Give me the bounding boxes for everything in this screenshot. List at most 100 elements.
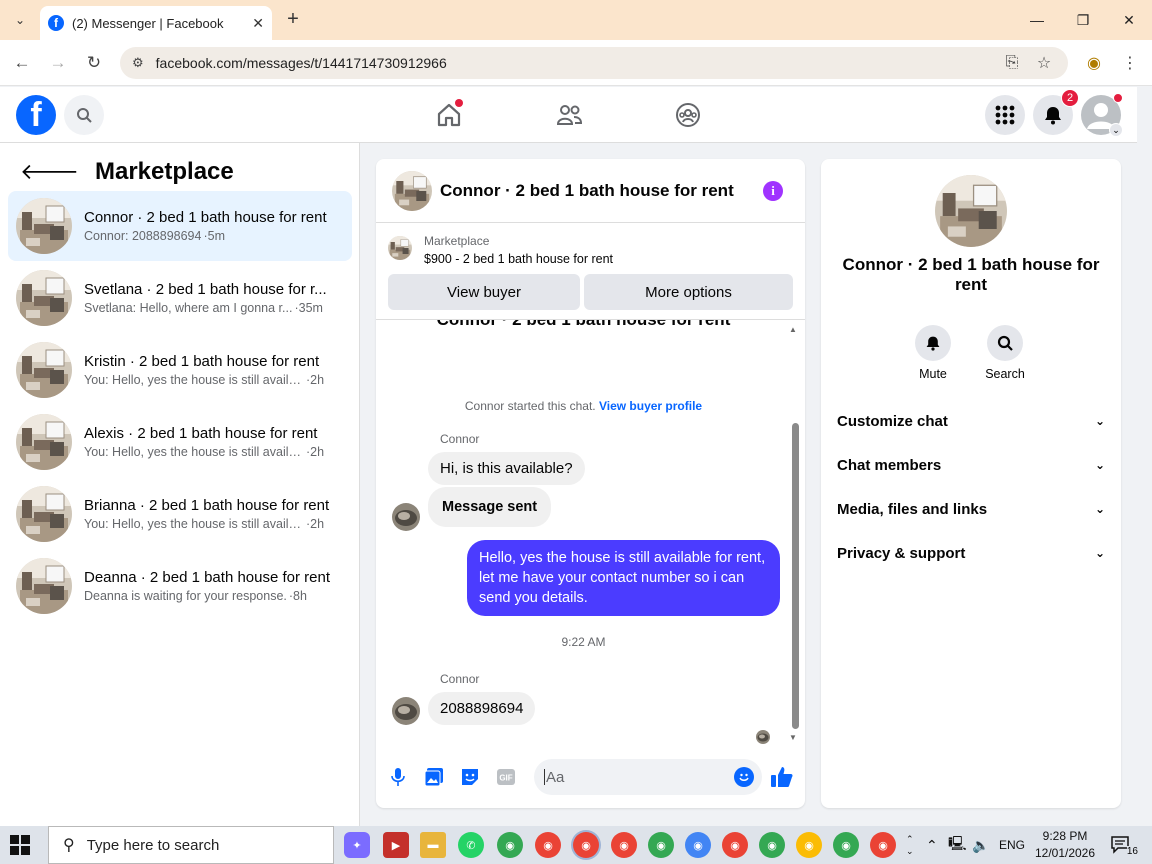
seen-indicator-avatar: [756, 730, 770, 744]
tab-search-chevron-icon[interactable]: ⌄: [8, 8, 32, 32]
conversation-item-alexis[interactable]: Alexis · 2 bed 1 bath house for rent You…: [8, 407, 352, 477]
mute-button[interactable]: Mute: [903, 325, 963, 381]
url-text: facebook.com/messages/t/1441714730912966: [155, 55, 447, 71]
copilot-icon[interactable]: ✦: [344, 832, 370, 858]
back-arrow-icon[interactable]: 🡐: [20, 159, 79, 185]
taskbar-search-box[interactable]: ⚲ Type here to search: [48, 826, 334, 864]
view-buyer-profile-link[interactable]: View buyer profile: [599, 399, 702, 413]
chrome-profile-9-icon[interactable]: ◉: [833, 832, 859, 858]
back-arrow-icon[interactable]: ←: [10, 51, 34, 75]
window-close-icon[interactable]: ✕: [1114, 8, 1144, 32]
marketplace-listing-strip: Marketplace $900 - 2 bed 1 bath house fo…: [376, 224, 805, 320]
privacy-support-row[interactable]: Privacy & support ⌄: [837, 533, 1105, 573]
message-timestamp: 9:22 AM: [561, 635, 606, 649]
friends-icon[interactable]: [553, 99, 585, 131]
chevron-down-icon: ⌄: [1094, 546, 1105, 560]
menu-grid-icon[interactable]: [985, 95, 1025, 135]
conversation-item-connor[interactable]: Connor · 2 bed 1 bath house for rent Con…: [8, 191, 352, 261]
incoming-message[interactable]: Hi, is this available?: [428, 452, 585, 485]
chrome-profile-4-icon[interactable]: ◉: [648, 832, 674, 858]
address-bar[interactable]: ⚙ facebook.com/messages/t/14417147309129…: [120, 47, 1068, 79]
forward-arrow-icon[interactable]: →: [46, 51, 70, 75]
taskbar-clock[interactable]: 9:28 PM 12/01/2026: [1030, 828, 1100, 862]
microphone-icon[interactable]: [386, 765, 410, 789]
tube-app-icon[interactable]: ▶: [383, 832, 409, 858]
sender-avatar[interactable]: [392, 503, 420, 531]
chat-avatar[interactable]: [392, 171, 432, 211]
notifications-bell-icon[interactable]: 2: [1033, 89, 1079, 135]
scroll-up-arrow-icon[interactable]: ▲: [789, 325, 797, 334]
reload-icon[interactable]: ↻: [82, 51, 106, 75]
language-indicator[interactable]: ENG: [999, 826, 1025, 864]
whatsapp-icon[interactable]: ✆: [458, 832, 484, 858]
minimize-icon[interactable]: —: [1022, 8, 1052, 32]
media-files-links-row[interactable]: Media, files and links ⌄: [837, 489, 1105, 529]
gif-icon[interactable]: GIF: [494, 765, 518, 789]
conversation-item-svetlana[interactable]: Svetlana · 2 bed 1 bath house for r... S…: [8, 263, 352, 333]
profile-icon[interactable]: ◉: [1082, 51, 1106, 75]
hidden-icons-chevron-icon[interactable]: ⌃: [926, 826, 938, 864]
conversation-item-deanna[interactable]: Deanna · 2 bed 1 bath house for rent Dea…: [8, 551, 352, 621]
message-thread: Connor · 2 bed 1 bath house for rent Con…: [376, 320, 805, 744]
emoji-icon[interactable]: [734, 767, 754, 787]
account-avatar[interactable]: ⌄: [1081, 93, 1123, 137]
listing-thumbnail: [16, 486, 72, 542]
volume-icon[interactable]: 🔈: [972, 826, 989, 864]
chrome-profile-8-icon[interactable]: ◉: [796, 832, 822, 858]
listing-thumbnail[interactable]: [388, 236, 412, 260]
chrome-profile-7-icon[interactable]: ◉: [759, 832, 785, 858]
outgoing-message[interactable]: Hello, yes the house is still available …: [467, 540, 780, 616]
install-app-icon[interactable]: ⎘: [1000, 51, 1024, 75]
chrome-profile-2-icon[interactable]: ◉: [535, 832, 561, 858]
search-in-chat-button[interactable]: Search: [975, 325, 1035, 381]
scroll-down-arrow-icon[interactable]: ▼: [789, 733, 797, 742]
chat-scrollbar-thumb[interactable]: [792, 423, 799, 729]
chrome-profile-3-icon[interactable]: ◉: [611, 832, 637, 858]
windows-start-icon[interactable]: [10, 835, 30, 855]
view-buyer-button[interactable]: View buyer: [388, 274, 580, 310]
listing-title[interactable]: $900 - 2 bed 1 bath house for rent: [424, 252, 613, 266]
chrome-profile-6-icon[interactable]: ◉: [722, 832, 748, 858]
new-tab-plus-icon[interactable]: +: [282, 8, 304, 30]
chrome-active-icon[interactable]: ◉: [573, 832, 599, 858]
facebook-logo-icon[interactable]: f: [16, 95, 56, 135]
chrome-profile-1-icon[interactable]: ◉: [497, 832, 523, 858]
message-composer: GIF Aa: [376, 755, 805, 803]
tab-close-icon[interactable]: ✕: [252, 15, 264, 32]
incoming-message[interactable]: Message sent: [428, 487, 552, 527]
more-options-button[interactable]: More options: [584, 274, 793, 310]
chat-window: Connor · 2 bed 1 bath house for rent i M…: [376, 159, 805, 808]
site-settings-icon[interactable]: ⚙: [132, 55, 144, 71]
details-avatar[interactable]: [935, 175, 1007, 247]
chat-title[interactable]: Connor · 2 bed 1 bath house for rent: [440, 181, 734, 201]
sticker-icon[interactable]: [458, 765, 482, 789]
chrome-profile-10-icon[interactable]: ◉: [870, 832, 896, 858]
conversation-item-brianna[interactable]: Brianna · 2 bed 1 bath house for rent Yo…: [8, 479, 352, 549]
info-icon[interactable]: i: [763, 181, 783, 201]
page-scrollbar[interactable]: [1137, 143, 1152, 826]
message-input[interactable]: Aa: [534, 759, 762, 795]
chat-members-row[interactable]: Chat members ⌄: [837, 445, 1105, 485]
groups-icon[interactable]: [672, 99, 704, 131]
conversation-snippet: You: Hello, yes the house is still avail…: [84, 445, 304, 459]
photo-icon[interactable]: [422, 765, 446, 789]
sender-avatar[interactable]: [392, 697, 420, 725]
browser-tab-messenger[interactable]: f (2) Messenger | Facebook ✕: [40, 6, 272, 40]
facebook-search-icon[interactable]: [64, 95, 104, 135]
restore-icon[interactable]: ❐: [1068, 8, 1098, 32]
bookmark-star-icon[interactable]: ☆: [1032, 51, 1056, 75]
incoming-message[interactable]: 2088898694: [428, 692, 536, 725]
conversation-item-kristin[interactable]: Kristin · 2 bed 1 bath house for rent Yo…: [8, 335, 352, 405]
home-icon[interactable]: [433, 99, 465, 131]
thumbs-up-icon[interactable]: [770, 765, 794, 789]
chrome-menu-icon[interactable]: ⋮: [1118, 51, 1142, 75]
taskbar-overflow-arrows-icon[interactable]: ⌃ ⌄: [906, 826, 914, 864]
file-explorer-icon[interactable]: ▬: [420, 832, 446, 858]
customize-chat-row[interactable]: Customize chat ⌄: [837, 401, 1105, 441]
notification-center-icon[interactable]: 16: [1110, 835, 1138, 857]
account-chevron-down-icon[interactable]: ⌄: [1109, 123, 1123, 137]
chevron-down-icon: ⌄: [1094, 414, 1105, 428]
conversation-name: Kristin · 2 bed 1 bath house for rent: [84, 353, 320, 370]
chrome-profile-5-icon[interactable]: ◉: [685, 832, 711, 858]
network-icon[interactable]: 🖳: [948, 826, 967, 864]
